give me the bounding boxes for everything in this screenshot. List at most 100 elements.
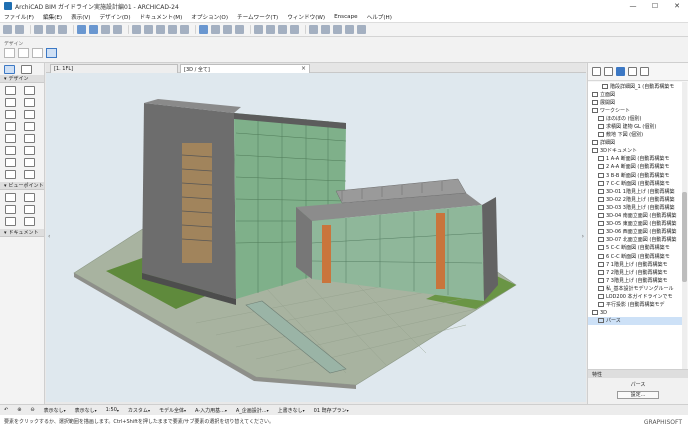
column-tool-icon[interactable] [24, 86, 35, 95]
redo-icon[interactable] [15, 25, 24, 34]
3d-style-icon[interactable] [211, 25, 220, 34]
menu-design[interactable]: デザイン(D) [99, 13, 130, 21]
tree-item[interactable]: 平行投影 (自動再構築モデ [588, 301, 682, 309]
settings-button[interactable]: 設定... [617, 391, 659, 399]
menu-enscape[interactable]: Enscape [334, 14, 358, 20]
send-receive-icon[interactable] [266, 25, 275, 34]
display-option-2[interactable]: 表示なし [75, 407, 97, 414]
minimize-button[interactable]: — [622, 0, 644, 12]
navigator-menu-icon[interactable] [592, 67, 601, 76]
tree-item[interactable]: 6 C-C 断面図 (自動再構築モ [588, 252, 682, 260]
stair-tool-icon[interactable] [5, 122, 16, 131]
menu-options[interactable]: オプション(O) [191, 13, 228, 21]
tree-item[interactable]: 5 C-C 断面図 (自動再構築モ [588, 244, 682, 252]
mesh-tool-icon[interactable] [5, 170, 16, 179]
tree-item-selected[interactable]: パース [588, 316, 682, 325]
section-tool-icon[interactable] [5, 193, 16, 202]
tab-3d[interactable]: [3D / 全て] × [180, 64, 310, 73]
tree-item[interactable]: 詳細図 [588, 139, 682, 147]
tree-item[interactable]: 1 A-A 断面図 (自動再構築モ [588, 155, 682, 163]
tree-item[interactable]: 3 B-B 断面図 (自動再構築モ [588, 171, 682, 179]
menu-help[interactable]: ヘルプ(H) [367, 13, 392, 21]
grid-snap-icon[interactable] [101, 25, 110, 34]
maximize-button[interactable]: ☐ [644, 0, 666, 12]
marquee-tool-icon[interactable] [18, 48, 29, 58]
zone-tool-icon[interactable] [24, 158, 35, 167]
layout-book-icon[interactable] [628, 67, 637, 76]
close-button[interactable]: ✕ [666, 0, 688, 12]
tree-item[interactable]: 3D-05 東面立面図 (自動再構築 [588, 220, 682, 228]
enscape-start-icon[interactable] [345, 25, 354, 34]
detail-tool-icon[interactable] [5, 217, 16, 226]
object-tool-icon[interactable] [5, 158, 16, 167]
undo-icon[interactable] [3, 25, 12, 34]
schedule-icon[interactable] [333, 25, 342, 34]
toolbox-section-design[interactable]: デザイン [0, 75, 44, 83]
teamwork-icon[interactable] [254, 25, 263, 34]
tree-item[interactable]: ワークシート [588, 106, 682, 114]
enscape-sync-icon[interactable] [357, 25, 366, 34]
menu-window[interactable]: ウィンドウ(W) [287, 13, 325, 21]
pick-up-icon[interactable] [34, 25, 43, 34]
skylight-tool-icon[interactable] [24, 146, 35, 155]
tree-item[interactable]: 敷地 下図 (個別) [588, 131, 682, 139]
tree-item[interactable]: 7 1階見上げ (自動再構築モ [588, 260, 682, 268]
mvo-select[interactable]: A_企画設計... [236, 407, 269, 414]
properties-header[interactable]: 特性 [588, 370, 688, 378]
orbit-icon[interactable] [199, 25, 208, 34]
tree-item[interactable]: 3D-06 西面立面図 (自動再構築 [588, 228, 682, 236]
tree-item[interactable]: 階段詳細図_1 (自動再構築モ [588, 82, 682, 90]
tree-item[interactable]: 私_基本設計モデリングルール [588, 284, 682, 292]
change-tool-icon[interactable] [24, 217, 35, 226]
toolbox-section-document[interactable]: ドキュメント [0, 229, 44, 237]
tree-item[interactable]: 3D-07 北面立面図 (自動再構築 [588, 236, 682, 244]
tree-item[interactable]: 求積図 建物 GL (個別) [588, 122, 682, 130]
pen-set-select[interactable]: A-入力用基... [195, 407, 227, 414]
tree-item[interactable]: 7 C-C 断面図 (自動再構築モ [588, 179, 682, 187]
3d-window-icon[interactable] [168, 25, 177, 34]
wall-tool-icon[interactable] [5, 86, 16, 95]
reserve-icon[interactable] [278, 25, 287, 34]
publish-icon[interactable] [321, 25, 330, 34]
release-icon[interactable] [290, 25, 299, 34]
viewport-scroll-left-icon[interactable]: ‹ [48, 233, 50, 240]
tree-item[interactable]: 3D-03 3階見上げ (自動再構築 [588, 203, 682, 211]
beam-tool-icon[interactable] [5, 98, 16, 107]
view-map-icon[interactable] [616, 67, 625, 76]
elevation-tool-icon[interactable] [24, 193, 35, 202]
tree-item[interactable]: 7 2階見上げ (自動再構築モ [588, 268, 682, 276]
navigator-scrollbar[interactable] [682, 82, 687, 369]
tree-item[interactable]: 3D [588, 309, 682, 317]
arrow-tool[interactable] [4, 64, 15, 74]
interior-elevation-tool-icon[interactable] [5, 205, 16, 214]
morph-tool-icon[interactable] [24, 170, 35, 179]
magic-wand-icon[interactable] [58, 25, 67, 34]
model-view-select[interactable]: モデル全体 [159, 407, 186, 414]
menu-file[interactable]: ファイル(F) [4, 13, 34, 21]
render-icon[interactable] [309, 25, 318, 34]
tree-item[interactable]: 7 3階見上げ (自動再構築モ [588, 276, 682, 284]
snap-guide-icon[interactable] [77, 25, 86, 34]
shadow-icon[interactable] [223, 25, 232, 34]
tab-floor-plan[interactable]: [1. 1FL] [50, 64, 178, 73]
tree-item[interactable]: 3D-04 南面立面図 (自動再構築 [588, 212, 682, 220]
tree-item[interactable]: 3D-01 1階見上げ (自動再構築 [588, 187, 682, 195]
3d-viewport[interactable]: ‹ › [46, 73, 586, 402]
shell-tool-icon[interactable] [24, 110, 35, 119]
tree-item[interactable]: ほのぼの (個別) [588, 114, 682, 122]
scale-select[interactable]: 1:50 [106, 407, 119, 413]
renovation-filter-select[interactable]: 01 既存プラン [314, 407, 349, 414]
door-tool-icon[interactable] [24, 134, 35, 143]
selection-mode-icon[interactable] [32, 48, 43, 58]
publisher-sets-icon[interactable] [640, 67, 649, 76]
railing-tool-icon[interactable] [24, 122, 35, 131]
tree-item[interactable]: LOD200 本ガイドラインでモ [588, 292, 682, 300]
section-box-icon[interactable] [235, 25, 244, 34]
menu-view[interactable]: 表示(V) [71, 13, 90, 21]
project-map-icon[interactable] [604, 67, 613, 76]
tree-item[interactable]: 3D-02 2階見上げ (自動再構築 [588, 195, 682, 203]
gravity-icon[interactable] [89, 25, 98, 34]
graphic-override-select[interactable]: 上書きなし [278, 407, 305, 414]
zoom-out-icon[interactable]: ⊖ [30, 407, 34, 413]
worksheet-tool-icon[interactable] [24, 205, 35, 214]
